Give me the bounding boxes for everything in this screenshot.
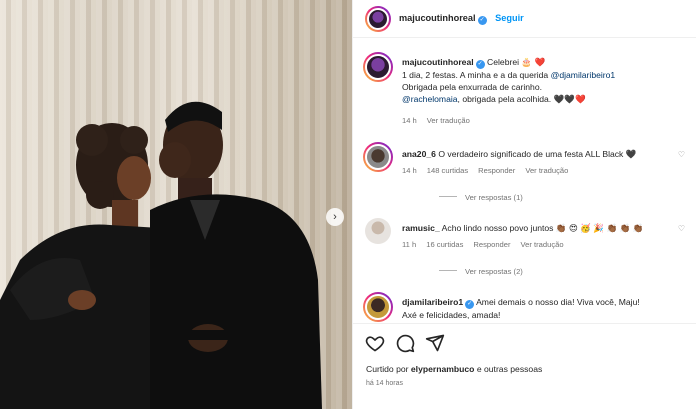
comment-item: ana20_6 O verdadeiro significado de uma … [353, 142, 696, 212]
man-body [150, 194, 322, 409]
liked-by-user[interactable]: elypernambuco [411, 364, 475, 374]
caption-line-3: Obrigada pela enxurrada de carinho. [402, 82, 542, 92]
comment-body: O verdadeiro significado de uma festa AL… [438, 149, 637, 159]
post-actions: Curtido por elypernambuco e outras pesso… [353, 323, 696, 409]
like-comment-heart-icon[interactable]: ♡ [678, 224, 685, 233]
comment-text: djamilaribeiro1 ✓ Amei demais o nosso dia… [402, 296, 687, 321]
comment-avatar[interactable] [363, 142, 393, 172]
follow-button[interactable]: Seguir [495, 13, 524, 23]
woman-hand [68, 290, 96, 310]
comment-likes[interactable]: 16 curtidas [426, 240, 463, 249]
comment-username[interactable]: djamilaribeiro1 [402, 297, 463, 307]
replies-divider [439, 196, 457, 197]
woman-body [0, 224, 170, 409]
like-heart-icon[interactable] [365, 333, 385, 353]
comment-time: 14 h [402, 166, 417, 175]
reply-button[interactable]: Responder [478, 166, 515, 175]
comment-time: 11 h [402, 240, 417, 249]
comment-avatar[interactable] [365, 218, 391, 244]
caption-meta: 14 h Ver tradução [402, 116, 480, 125]
comment-bubble-icon[interactable] [395, 333, 415, 353]
comment-avatar[interactable] [363, 292, 393, 322]
caption-text: majucoutinhoreal ✓ Celebrei 🎂 ❤️ 1 dia, 2… [402, 56, 687, 105]
liked-by-prefix: Curtido por [366, 364, 411, 374]
comment-item: ramusic_ Acho lindo nosso povo juntos 👏🏾… [353, 216, 696, 286]
couple-illustration [0, 101, 322, 409]
like-comment-heart-icon[interactable]: ♡ [678, 150, 685, 159]
caption-translate[interactable]: Ver tradução [427, 116, 470, 125]
comment-username[interactable]: ana20_6 [402, 149, 436, 159]
comment-body-line-2: Axé e felicidades, amada! [402, 310, 501, 320]
author-avatar[interactable] [365, 6, 391, 32]
liked-by-suffix[interactable]: e outras pessoas [474, 364, 542, 374]
view-replies-button[interactable]: Ver respostas (1) [439, 193, 523, 202]
translate-link[interactable]: Ver tradução [521, 240, 564, 249]
verified-icon: ✓ [465, 300, 475, 309]
mention-rachel[interactable]: @rachelomaia [402, 94, 458, 104]
next-image-arrow[interactable]: › [326, 208, 344, 226]
woman-face [117, 156, 151, 200]
caption-avatar[interactable] [363, 52, 393, 82]
reply-button[interactable]: Responder [473, 240, 510, 249]
comment-body: Amei demais o nosso dia! Viva você, Maju… [476, 297, 640, 307]
caption-username[interactable]: majucoutinhoreal [402, 57, 474, 67]
caption-line-2: 1 dia, 2 festas. A minha e a da querida [402, 70, 551, 80]
verified-icon: ✓ [477, 16, 487, 25]
share-paper-plane-icon[interactable] [425, 333, 445, 353]
comment-meta: 11 h 16 curtidas Responder Ver tradução [402, 240, 574, 249]
translate-link[interactable]: Ver tradução [525, 166, 568, 175]
post-photo[interactable]: › [0, 0, 352, 409]
liked-by: Curtido por elypernambuco e outras pesso… [366, 364, 542, 374]
verified-icon: ✓ [475, 60, 485, 69]
replies-divider [439, 270, 457, 271]
view-replies-label: Ver respostas (2) [465, 267, 523, 276]
post-sidebar: majucoutinhoreal ✓ Seguir majucoutinhorea… [352, 0, 696, 409]
comment-username[interactable]: ramusic_ [402, 223, 440, 233]
caption-time: 14 h [402, 116, 417, 125]
view-replies-button[interactable]: Ver respostas (2) [439, 267, 523, 276]
view-replies-label: Ver respostas (1) [465, 193, 523, 202]
comment-body: Acho lindo nosso povo juntos 👏🏾 😍 🥳 🎉 👏🏾… [441, 223, 644, 233]
comment-likes[interactable]: 148 curtidas [427, 166, 468, 175]
comment-text: ramusic_ Acho lindo nosso povo juntos 👏🏾… [402, 222, 687, 234]
author-username[interactable]: majucoutinhoreal [399, 13, 476, 23]
post-header: majucoutinhoreal ✓ Seguir [353, 0, 696, 38]
mention-djamila[interactable]: @djamilaribeiro1 [551, 70, 616, 80]
comment-item: djamilaribeiro1 ✓ Amei demais o nosso dia… [353, 292, 696, 324]
caption-block: majucoutinhoreal ✓ Celebrei 🎂 ❤️ 1 dia, 2… [353, 50, 696, 130]
post-time: há 14 horas [366, 380, 403, 387]
caption-line-4: , obrigada pela acolhida. 🖤🖤❤️ [457, 94, 586, 104]
comment-meta: 14 h 148 curtidas Responder Ver tradução [402, 166, 578, 175]
comment-text: ana20_6 O verdadeiro significado de uma … [402, 148, 687, 160]
caption-first-line: Celebrei 🎂 ❤️ [487, 57, 546, 67]
